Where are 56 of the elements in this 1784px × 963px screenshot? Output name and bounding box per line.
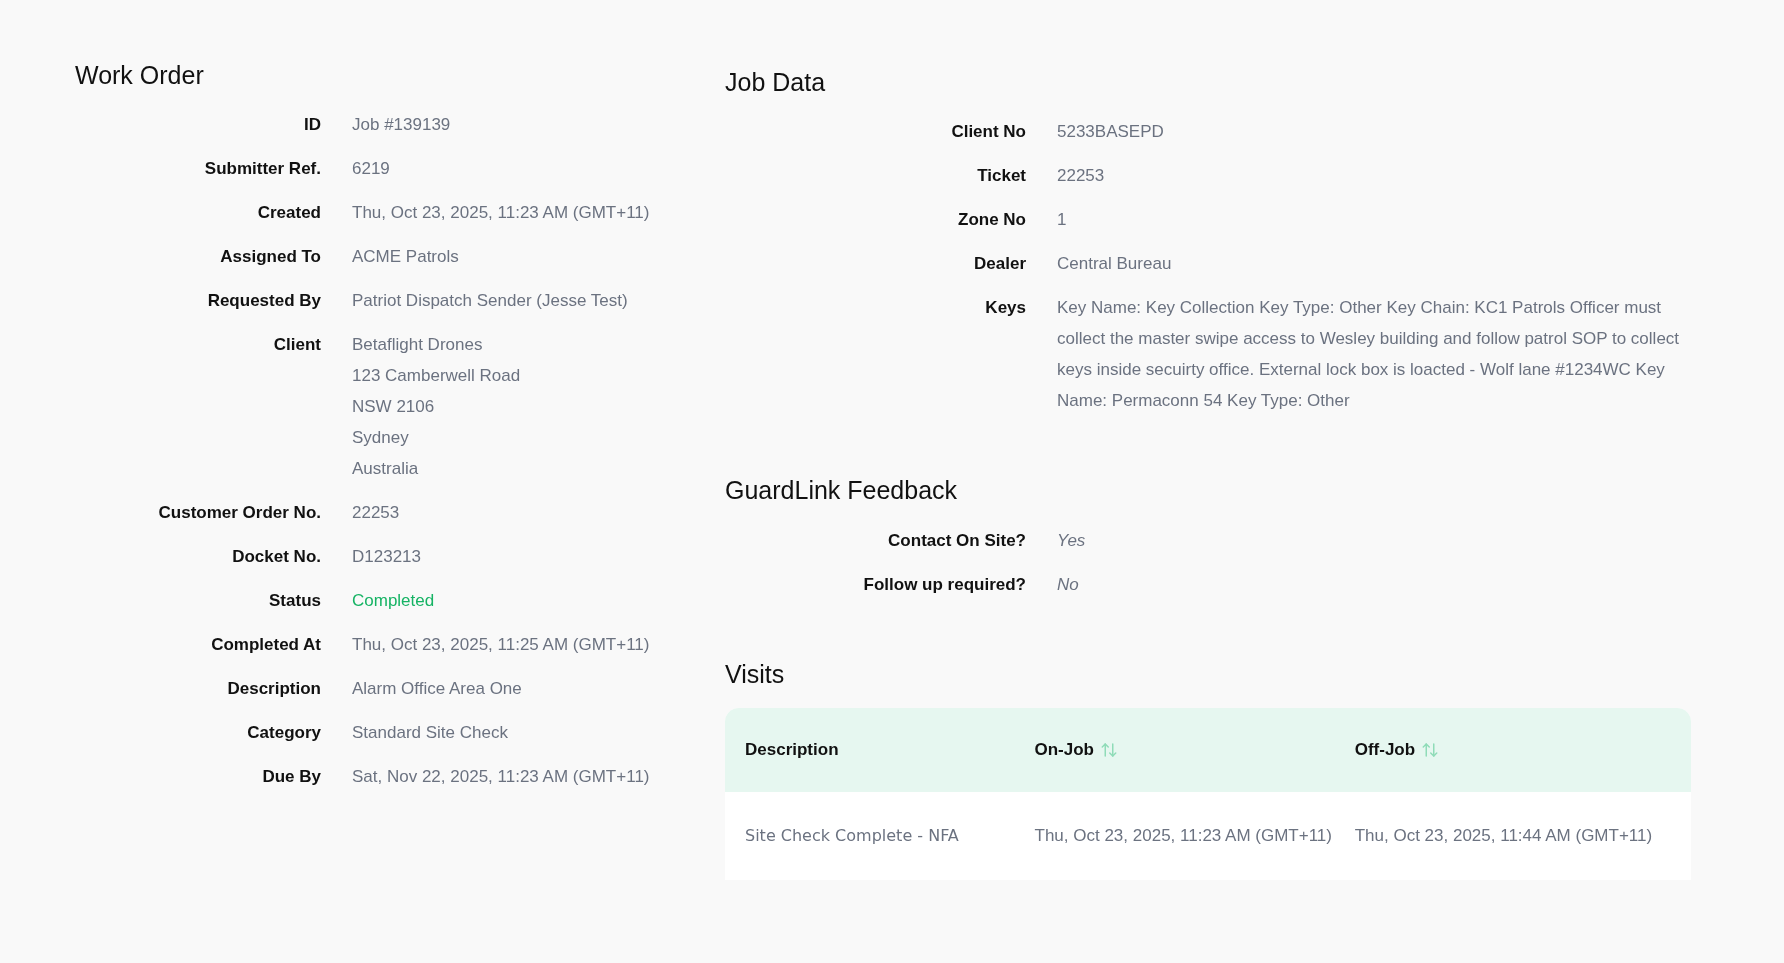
field-label: Client No [950, 120, 1026, 143]
section-title: Job Data [725, 67, 827, 98]
answer-value: Yes [1057, 531, 1086, 550]
field-value: D123213 [352, 546, 421, 566]
field-label: Client [272, 333, 321, 356]
address-line: Australia [352, 457, 420, 480]
field-label: Ticket [976, 164, 1026, 187]
table-cell: Thu, Oct 23, 2025, 11:44 AM (GMT+11) [1354, 825, 1653, 845]
field-value: 22253 [352, 502, 400, 522]
field-label: ID [303, 113, 321, 136]
field-label: Customer Order No. [157, 501, 321, 524]
field-value: 5233BASEPD [1057, 121, 1164, 141]
address-line: Betaflight Drones [352, 333, 484, 356]
column-header: Off-Job [1354, 738, 1416, 761]
field-label: Follow up required? [862, 574, 1026, 596]
table-cell: Site Check Complete - NFA [745, 825, 959, 845]
field-value: Job #139139 [352, 114, 451, 134]
field-label: Zone No [957, 208, 1026, 231]
status-value: Completed [352, 590, 435, 610]
field-label: Assigned To [219, 245, 321, 268]
field-value: 6219 [352, 158, 390, 178]
answer-value: No [1057, 575, 1079, 594]
field-value: Key Name: Key Collection Key Type: Other Key Chain: KC1 Patrols Officer must collect the master swipe access to Wesley building and follow patrol SOP to collect keys inside secuirty office. External lock box is loacted - Wolf lane #1234WC Key Name: Permaconn 54 Key Type: Other [1057, 297, 1680, 410]
field-label: Category [246, 721, 321, 744]
field-value: Sat, Nov 22, 2025, 11:23 AM (GMT+11) [352, 766, 650, 786]
field-label: Keys [984, 296, 1026, 319]
field-value: Thu, Oct 23, 2025, 11:23 AM (GMT+11) [352, 202, 650, 222]
address-line: Sydney [352, 426, 410, 449]
section-title: Visits [725, 659, 786, 690]
field-label: Submitter Ref. [203, 157, 321, 180]
field-label: Status [268, 589, 321, 612]
field-label: Dealer [973, 252, 1026, 275]
field-value: Standard Site Check [352, 722, 508, 742]
field-value: Thu, Oct 23, 2025, 11:25 AM (GMT+11) [352, 634, 650, 654]
field-value: Alarm Office Area One [352, 678, 522, 698]
field-label: Description [226, 677, 321, 700]
field-value: Patriot Dispatch Sender (Jesse Test) [352, 290, 628, 310]
field-value: 22253 [1057, 165, 1105, 185]
section-title: GuardLink Feedback [725, 474, 959, 506]
sort-icon[interactable] [1100, 740, 1118, 759]
address-line: NSW 2106 [352, 395, 436, 418]
field-label: Created [256, 201, 321, 224]
column-header: Description [745, 738, 839, 761]
field-label: Due By [261, 765, 321, 788]
field-label: Docket No. [231, 545, 321, 568]
column-header: On-Job [1034, 738, 1094, 761]
section-title: Work Order [75, 60, 205, 91]
field-value: Central Bureau [1057, 253, 1172, 273]
field-value: ACME Patrols [352, 246, 459, 266]
field-label: Requested By [206, 289, 321, 312]
table-cell: Thu, Oct 23, 2025, 11:23 AM (GMT+11) [1034, 825, 1332, 845]
field-label: Completed At [210, 633, 321, 656]
field-label: Contact On Site? [887, 530, 1026, 552]
field-value: 1 [1057, 209, 1067, 229]
sort-icon[interactable] [1421, 740, 1440, 759]
address-line: 123 Camberwell Road [352, 364, 521, 387]
